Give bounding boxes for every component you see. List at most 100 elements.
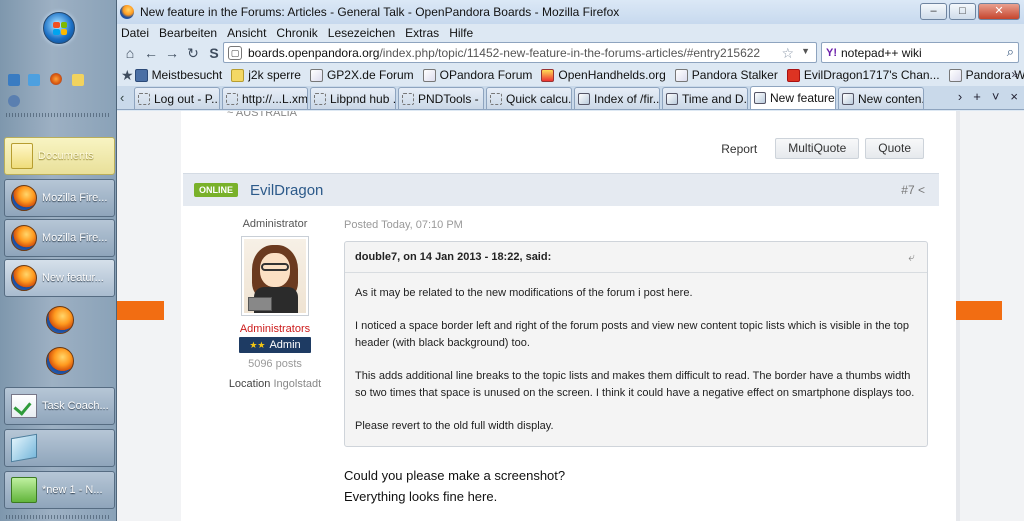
bookmark-star-icon[interactable]: ☆: [781, 45, 794, 62]
post-actions: Report MultiQuote Quote: [721, 138, 924, 159]
window-title: New feature in the Forums: Articles - Ge…: [140, 5, 620, 19]
app-icon: [11, 433, 37, 463]
admin-badge-label: Admin: [269, 339, 301, 351]
report-link[interactable]: Report: [721, 142, 757, 156]
bookmarks-toolbar: ★ Meistbesucht j2k sperre GP2X.de Forum …: [117, 65, 1024, 85]
minimize-button[interactable]: –: [920, 3, 947, 20]
desktop-icon[interactable]: [8, 74, 20, 86]
menu-chronik[interactable]: Chronik: [276, 26, 317, 40]
firefox-quicklaunch-icon[interactable]: [50, 73, 62, 85]
yahoo-search-icon[interactable]: Y!: [826, 47, 837, 59]
forward-button[interactable]: →: [162, 43, 182, 63]
tab-scroll-left-icon[interactable]: ‹: [120, 87, 134, 109]
bookmark-gp2x-forum[interactable]: GP2X.de Forum: [309, 68, 414, 82]
search-input[interactable]: notepad++ wiki: [841, 46, 922, 60]
cube-icon: [948, 68, 962, 82]
search-bar[interactable]: Y! notepad++ wiki ⌕: [821, 42, 1019, 63]
taskbar-item-firefox-2[interactable]: Mozilla Fire...: [4, 219, 115, 257]
bookmark-meistbesucht[interactable]: Meistbesucht: [134, 68, 223, 82]
taskbar-item-task-coach[interactable]: Task Coach...: [4, 387, 115, 425]
tab-index[interactable]: Index of /fir...: [574, 87, 660, 109]
tab-pndtools[interactable]: PNDTools - ...: [398, 87, 484, 109]
taskbar-item-label: *new 1 - N...: [42, 484, 103, 496]
bookmark-openhandhelds[interactable]: OpenHandhelds.org: [541, 68, 666, 82]
cube-icon: [674, 68, 688, 82]
tab-new-feature[interactable]: New feature...: [750, 86, 836, 109]
search-icon[interactable]: ⌕: [1007, 44, 1014, 60]
author-title: Administrator: [242, 218, 308, 230]
firefox-icon[interactable]: [46, 347, 74, 375]
tab-scroll-right-icon[interactable]: ›: [958, 89, 962, 104]
explorer-icon[interactable]: [28, 74, 40, 86]
close-button[interactable]: ✕: [978, 3, 1020, 20]
menu-lesezeichen[interactable]: Lesezeichen: [328, 26, 395, 40]
folder-quicklaunch-icon[interactable]: [72, 74, 84, 86]
s-addon-icon[interactable]: S: [204, 43, 224, 63]
taskbar-item-app[interactable]: [4, 429, 115, 467]
bookmark-evildragon-channel[interactable]: EvilDragon1717's Chan...: [786, 68, 940, 82]
taskbar-item-notepadpp[interactable]: *new 1 - N...: [4, 471, 115, 509]
tab-label: PNDTools - ...: [418, 91, 483, 106]
post-author-link[interactable]: EvilDragon: [250, 182, 323, 199]
network-icon[interactable]: [8, 95, 20, 107]
bookmark-label: Meistbesucht: [151, 68, 223, 82]
reply-line: Everything looks fine here.: [344, 489, 498, 504]
menu-bearbeiten[interactable]: Bearbeiten: [159, 26, 217, 40]
firefox-icon: [120, 5, 134, 19]
folder-icon: [231, 68, 245, 82]
firefox-icon[interactable]: [46, 306, 74, 334]
windows-logo-icon: [53, 22, 67, 35]
tab-new-content[interactable]: New conten...: [838, 87, 924, 109]
star-icon: ★★: [249, 340, 266, 350]
new-tab-icon[interactable]: +: [973, 89, 981, 104]
post-number-link[interactable]: #7 <: [901, 183, 925, 197]
bookmark-icon: [134, 68, 148, 82]
chevron-more-icon[interactable]: »: [1011, 67, 1018, 81]
tab-label: http://...L.xml: [242, 91, 308, 106]
page-icon: [314, 92, 326, 105]
tab-list-icon[interactable]: ˅: [992, 89, 1000, 104]
tab-label: New conten...: [858, 91, 923, 106]
quote-citation-text: double7, on 14 Jan 2013 - 18:22, said:: [355, 251, 552, 263]
bookmark-opandora-forum[interactable]: OPandora Forum: [422, 68, 532, 82]
firefox-icon: [11, 225, 37, 251]
menu-bar: Datei Bearbeiten Ansicht Chronik Lesezei…: [117, 24, 1024, 41]
tab-libpnd[interactable]: Libpnd hub ...: [310, 87, 396, 109]
menu-hilfe[interactable]: Hilfe: [449, 26, 473, 40]
taskbar-item-firefox-1[interactable]: Mozilla Fire...: [4, 179, 115, 217]
share-icon[interactable]: <: [918, 183, 925, 197]
firefox-window: New feature in the Forums: Articles - Ge…: [117, 0, 1024, 521]
home-icon[interactable]: ⌂: [120, 43, 140, 63]
bookmark-pandora-stalker[interactable]: Pandora Stalker: [674, 68, 778, 82]
start-button[interactable]: [43, 12, 75, 44]
menu-extras[interactable]: Extras: [405, 26, 439, 40]
tab-xml[interactable]: http://...L.xml: [222, 87, 308, 109]
close-tab-icon[interactable]: ×: [1010, 89, 1018, 104]
back-button[interactable]: ←: [141, 43, 161, 63]
firefox-icon: [11, 265, 37, 291]
taskbar-item-documents[interactable]: Documents: [4, 137, 115, 175]
bookmark-j2k-sperre[interactable]: j2k sperre: [231, 68, 301, 82]
youtube-icon: [786, 68, 800, 82]
taskbar-item-new-feature[interactable]: New featur...: [4, 259, 115, 297]
maximize-button[interactable]: □: [949, 3, 976, 20]
quote-button[interactable]: Quote: [865, 138, 924, 159]
tab-strip: ‹ Log out - P... http://...L.xml Libpnd …: [117, 86, 1024, 110]
post-count: 5096 posts: [248, 358, 302, 370]
bookmarks-star-icon[interactable]: ★: [121, 65, 134, 85]
page-icon: [138, 92, 150, 105]
tab-quick-calc[interactable]: Quick calcu...: [486, 87, 572, 109]
avatar[interactable]: [241, 236, 309, 316]
multiquote-button[interactable]: MultiQuote: [775, 138, 860, 159]
menu-datei[interactable]: Datei: [121, 26, 149, 40]
tab-log-out[interactable]: Log out - P...: [134, 87, 220, 109]
tab-time-date[interactable]: Time and D...: [662, 87, 748, 109]
quote-block: double7, on 14 Jan 2013 - 18:22, said: ⤶…: [344, 241, 928, 447]
menu-ansicht[interactable]: Ansicht: [227, 26, 266, 40]
jump-to-quote-icon[interactable]: ⤶: [908, 242, 915, 273]
site-identity-icon[interactable]: ▢: [228, 45, 242, 60]
url-dropdown-icon[interactable]: ▼: [801, 46, 810, 56]
reload-button[interactable]: ↻: [183, 43, 203, 63]
url-bar[interactable]: ▢ boards.openpandora.org/index.php/topic…: [223, 42, 817, 63]
tab-label: Index of /fir...: [594, 91, 660, 106]
